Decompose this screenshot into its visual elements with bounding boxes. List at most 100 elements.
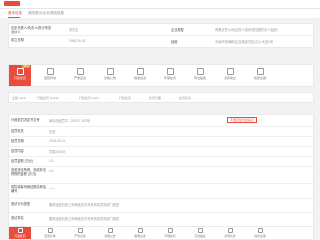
- leaf-icon: [167, 228, 173, 233]
- top-bar: [0, 0, 320, 9]
- menu-item-label: 税收违法: [133, 76, 146, 80]
- footer-item-simple-cancellation[interactable]: 简易注销: [249, 227, 271, 239]
- warning-icon: [47, 228, 53, 233]
- detail-label: 处罚机关: [11, 129, 24, 133]
- detail-value: 0.0: [49, 169, 54, 173]
- filter-item[interactable]: 处罚机关: [179, 96, 191, 100]
- filter-item[interactable]: 行政处罚 (1229): [37, 96, 59, 100]
- menu-item-label: 清算信息: [223, 76, 236, 80]
- menu-item-tax-violation[interactable]: 税收违法: [129, 65, 151, 86]
- document-icon: [107, 228, 113, 233]
- footer-item-label: 司法拍卖: [194, 233, 206, 238]
- alert-icon: [77, 228, 83, 233]
- menu-item-serious-violation[interactable]: 严重违法: [69, 65, 91, 86]
- footer-item-administrative-penalty[interactable]: 行政处罚: [9, 227, 31, 239]
- footer-item-label: 清算信息: [224, 233, 236, 238]
- menu-item-liquidation[interactable]: 清算信息: [219, 65, 241, 86]
- detail-value: 0.2: [49, 159, 54, 163]
- warning-icon: [46, 68, 54, 75]
- info-value: 天津市滨海新区(空港经济区)中心大道1号: [215, 40, 274, 44]
- filter-item[interactable]: 全部 1229: [12, 96, 26, 100]
- menu-item-label: 欠税公告: [103, 76, 116, 80]
- detail-row: 没收违法所得、没收非法财物的金额 (万元) 0.0: [9, 166, 313, 184]
- cancel-icon: [257, 228, 263, 233]
- detail-label: 违法行为类型: [11, 202, 31, 206]
- footer-item-abnormal[interactable]: 经营异常: [39, 227, 61, 239]
- detail-value: 罚款2000元: [49, 150, 66, 154]
- menu-item-abnormal[interactable]: 经营异常: [39, 65, 61, 86]
- bottom-category-menu: 行政处罚 经营异常 严重违法 欠税公告 税收违法 环保处罚 司法拍卖 清算信息: [8, 226, 314, 240]
- menu-item-label: 司法拍卖: [193, 76, 206, 80]
- detail-label: 处罚内容: [11, 149, 24, 153]
- info-value: 1998-06-18: [69, 39, 86, 43]
- footer-item-liquidation[interactable]: 清算信息: [219, 227, 241, 239]
- footer-item-label: 环保处罚: [164, 233, 176, 238]
- menu-item-environment-penalty[interactable]: 环保处罚: [159, 65, 181, 86]
- info-label: 成立日期: [11, 38, 24, 42]
- footer-item-label: 经营异常: [44, 233, 56, 238]
- hammer-icon: [197, 228, 203, 233]
- menu-item-label: 经营异常: [43, 76, 56, 80]
- filter-item[interactable]: 处罚日期: [149, 96, 161, 100]
- detail-value: ——: [49, 186, 56, 190]
- detail-label: 暂扣或者吊销证照名称及编号: [11, 185, 47, 193]
- cancel-icon: [256, 68, 264, 75]
- penalty-detail-table: 行政处罚决定书文号 津石西经罚字〔2015〕002号 不规范处罚的提示 处罚机关…: [8, 114, 314, 228]
- clipboard-icon: [227, 228, 233, 233]
- info-value: 有限责任公司(自然人投资或控股的法人独资): [215, 28, 278, 32]
- footer-item-tax-arrears[interactable]: 欠税公告: [99, 227, 121, 239]
- receipt-icon: [137, 228, 143, 233]
- info-value: 张先生: [69, 28, 79, 32]
- info-label: 经营: [171, 40, 178, 44]
- company-info-table: 法定代表人/负责人/执行事务合伙人 张先生 企业类型 有限责任公司(自然人投资或…: [8, 23, 314, 48]
- footer-item-serious-violation[interactable]: 严重违法: [69, 227, 91, 239]
- info-row: 法定代表人/负责人/执行事务合伙人 张先生 企业类型 有限责任公司(自然人投资或…: [9, 24, 313, 36]
- gavel-icon: [17, 228, 23, 233]
- detail-label: 处罚金额 (万元): [11, 159, 34, 163]
- footer-item-label: 税收违法: [134, 233, 146, 238]
- menu-item-label: 环保处罚: [163, 76, 176, 80]
- leaf-icon: [166, 68, 174, 75]
- info-row: 成立日期 1998-06-18 经营 天津市滨海新区(空港经济区)中心大道1号: [9, 36, 313, 47]
- page: 基本信息 风险提示/企业风险信息 法定代表人/负责人/执行事务合伙人 张先生 企…: [0, 0, 320, 240]
- footer-item-label: 欠税公告: [104, 233, 116, 238]
- detail-value: 要求经营石西工商局违法中关系有成员商部门类型: [49, 203, 120, 207]
- info-label: 企业类型: [171, 28, 184, 32]
- detail-label: 行政处罚决定书文号: [11, 118, 40, 122]
- detail-value: 石西: [49, 130, 56, 134]
- detail-row: 违法行为类型 要求经营石西工商局违法中关系有成员商部门类型: [9, 198, 313, 213]
- detail-row: 违法事实 要求经营石西工商局违法中关系有成员商部门类型: [9, 212, 313, 226]
- detail-value: 要求经营石西工商局违法中关系有成员商部门类型: [49, 217, 120, 221]
- logo: [4, 1, 20, 6]
- alert-icon: [76, 68, 84, 75]
- tab-risk-info[interactable]: 风险提示/企业风险信息: [28, 11, 64, 16]
- footer-item-judicial-auction[interactable]: 司法拍卖: [189, 227, 211, 239]
- tab-indicator: [8, 17, 20, 18]
- detail-row: 暂扣或者吊销证照名称及编号 ——: [9, 183, 313, 199]
- footer-item-label: 严重违法: [74, 233, 86, 238]
- tab-basic-info[interactable]: 基本信息: [8, 11, 22, 16]
- footer-item-environment-penalty[interactable]: 环保处罚: [159, 227, 181, 239]
- menu-item-administrative-penalty[interactable]: 100+ 行政处罚: [9, 65, 31, 86]
- tab-bar: 基本信息 风险提示/企业风险信息: [0, 9, 320, 18]
- risk-category-menu: 100+ 行政处罚 经营异常 严重违法 欠税公告 税收违法 环保处罚 司法拍卖: [8, 64, 314, 87]
- footer-item-tax-violation[interactable]: 税收违法: [129, 227, 151, 239]
- hammer-icon: [196, 68, 204, 75]
- document-icon: [106, 68, 114, 75]
- detail-label: 没收违法所得、没收非法财物的金额 (万元): [11, 168, 47, 176]
- menu-item-label: 行政处罚: [13, 76, 26, 80]
- irregular-penalty-tag[interactable]: 不规范处罚的提示: [227, 117, 258, 123]
- menu-item-judicial-auction[interactable]: 司法拍卖: [189, 65, 211, 86]
- info-label: 法定代表人/负责人/执行事务合伙人: [11, 26, 52, 34]
- detail-label: 违法事实: [11, 216, 24, 220]
- menu-item-simple-cancellation[interactable]: 简易注销: [249, 65, 271, 86]
- menu-item-tax-arrears[interactable]: 欠税公告: [99, 65, 121, 86]
- receipt-icon: [136, 68, 144, 75]
- footer-item-label: 行政处罚: [14, 233, 26, 238]
- count-badge: 100+: [22, 65, 30, 68]
- gavel-icon: [16, 68, 24, 75]
- filter-item[interactable]: 行政处罚 1229: [79, 96, 99, 100]
- clipboard-icon: [226, 68, 234, 75]
- filter-item[interactable]: 行政处罚: [119, 96, 131, 100]
- menu-item-label: 简易注销: [253, 76, 266, 80]
